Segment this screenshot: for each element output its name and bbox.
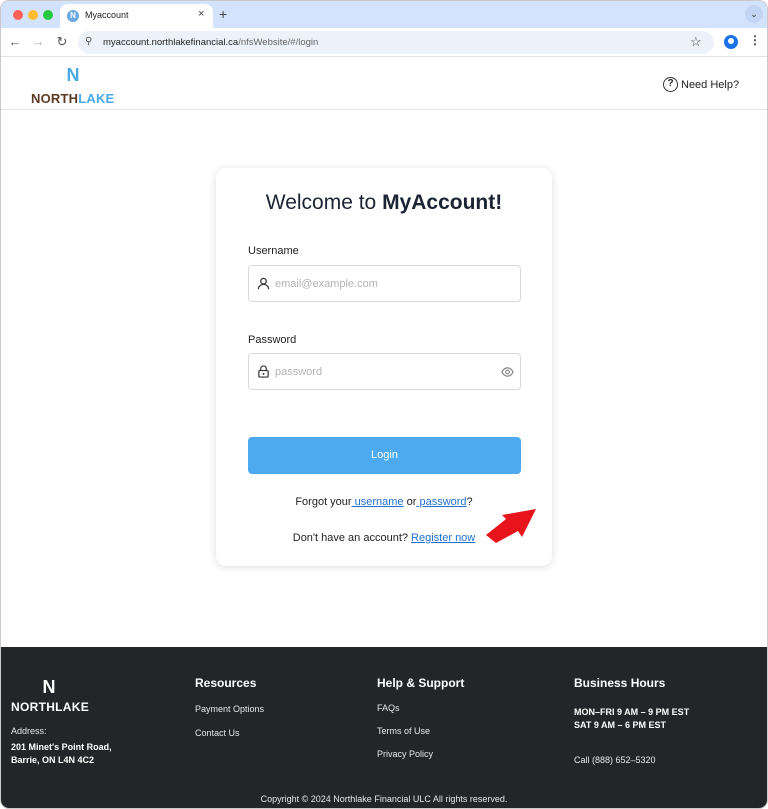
hours-saturday: SAT 9 AM – 6 PM EST (574, 720, 667, 730)
forgot-username-link[interactable]: username (352, 496, 404, 508)
address-label: Address: (11, 726, 47, 736)
browser-toolbar: ← → ↻ ⚲ myaccount.northlakefinancial.ca/… (1, 28, 767, 57)
username-field[interactable] (248, 265, 521, 302)
bookmark-star-icon[interactable]: ☆ (690, 34, 702, 50)
back-arrow-icon[interactable]: ← (7, 34, 23, 49)
close-window-button[interactable] (13, 10, 23, 20)
northlake-logo[interactable]: N NORTHLAKE (31, 64, 117, 106)
address-bar[interactable]: ⚲ myaccount.northlakefinancial.ca/nfsWeb… (78, 31, 714, 54)
url-domain: myaccount.northlakefinancial.ca (103, 37, 239, 48)
maximize-window-button[interactable] (43, 10, 53, 20)
username-label: Username (248, 245, 299, 257)
forgot-password-link[interactable]: password (416, 496, 466, 508)
user-icon (257, 277, 270, 290)
forward-arrow-icon[interactable]: → (30, 34, 46, 49)
footer-logo-icon: N (42, 677, 56, 697)
help-circle-icon: ? (663, 77, 678, 92)
tab-search-icon[interactable]: ⌄ (745, 5, 763, 23)
hours-weekday: MON–FRI 9 AM – 9 PM EST (574, 707, 690, 717)
main-content: Welcome to MyAccount! Username Password … (1, 111, 767, 647)
tab-close-icon[interactable]: × (198, 8, 204, 20)
faqs-link[interactable]: FAQs (377, 703, 400, 713)
tab-title: Myaccount (85, 10, 129, 20)
page-title: Welcome to MyAccount! (265, 191, 503, 214)
browser-tab[interactable]: N Myaccount × (60, 4, 213, 28)
password-input[interactable] (275, 354, 495, 389)
reload-icon[interactable]: ↻ (54, 34, 70, 50)
help-heading: Help & Support (377, 676, 465, 690)
payment-options-link[interactable]: Payment Options (195, 704, 264, 714)
site-info-icon[interactable]: ⚲ (85, 36, 92, 47)
password-label: Password (248, 334, 297, 346)
terms-link[interactable]: Terms of Use (377, 726, 430, 736)
register-now-link[interactable]: Register now (411, 532, 475, 544)
new-tab-icon[interactable]: + (219, 6, 227, 22)
profile-icon[interactable] (724, 35, 738, 49)
site-header: N NORTHLAKE ? Need Help? (1, 58, 767, 110)
contact-us-link[interactable]: Contact Us (195, 728, 240, 738)
tab-bar: N Myaccount × + ⌄ (1, 1, 767, 28)
copyright: Copyright © 2024 Northlake Financial ULC… (260, 794, 508, 804)
address-line-1: 201 Minet's Point Road, (11, 742, 112, 752)
privacy-link[interactable]: Privacy Policy (377, 749, 433, 759)
need-help-link[interactable]: ? Need Help? (663, 77, 739, 92)
favicon-icon: N (67, 10, 79, 22)
need-help-label: Need Help? (681, 78, 740, 91)
phone-number[interactable]: Call (888) 652–5320 (574, 755, 656, 765)
resources-heading: Resources (195, 676, 257, 690)
login-button[interactable]: Login (248, 437, 521, 474)
browser-window: N Myaccount × + ⌄ ← → ↻ ⚲ myaccount.nort… (0, 0, 768, 809)
minimize-window-button[interactable] (28, 10, 38, 20)
footer-logo-text: NORTHLAKE (11, 700, 90, 714)
url-text[interactable]: myaccount.northlakefinancial.ca/nfsWebsi… (103, 37, 318, 48)
address-line-2: Barrie, ON L4N 4C2 (11, 755, 95, 765)
url-path: /nfsWebsite/#/login (238, 37, 319, 48)
hours-heading: Business Hours (574, 676, 666, 690)
eye-icon[interactable] (501, 366, 514, 378)
lock-icon (258, 365, 269, 378)
red-arrow-icon (486, 509, 536, 543)
logo-compass-icon: N (66, 65, 80, 85)
logo-wordmark: NORTHLAKE (31, 91, 115, 106)
username-input[interactable] (275, 266, 495, 301)
menu-kebab-icon[interactable]: ⋮ (749, 33, 761, 47)
site-footer: N NORTHLAKE Address: 201 Minet's Point R… (1, 647, 767, 808)
password-field[interactable] (248, 353, 521, 390)
